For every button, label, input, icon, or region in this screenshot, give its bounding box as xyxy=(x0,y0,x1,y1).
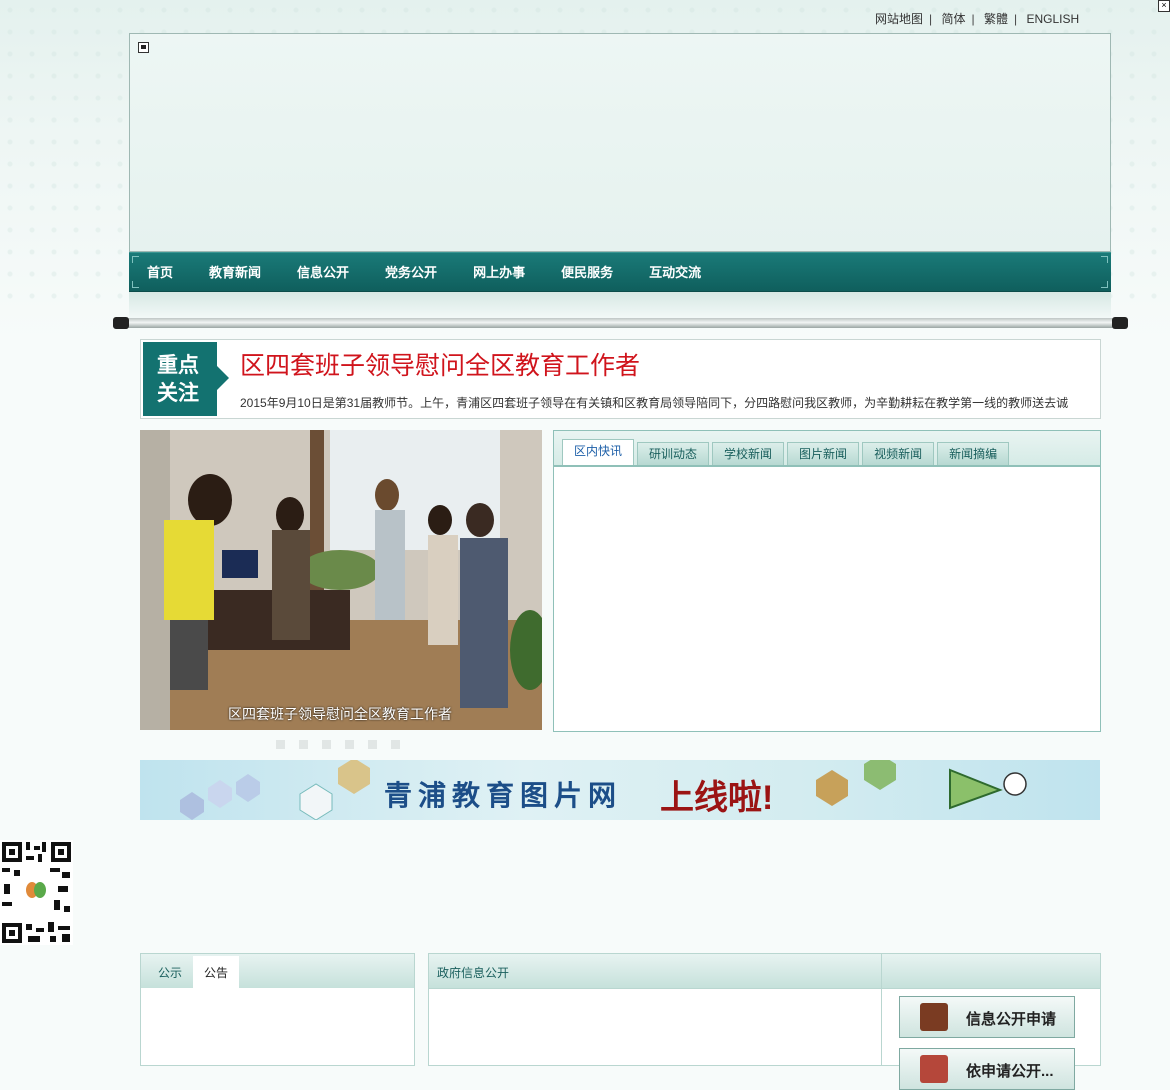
header-banner xyxy=(129,33,1111,252)
nav-info-disclosure[interactable]: 信息公开 xyxy=(297,253,349,293)
traditional-link[interactable]: 繁體 xyxy=(984,12,1008,26)
plugin-placeholder-icon xyxy=(138,42,149,53)
nav-online-services[interactable]: 网上办事 xyxy=(473,253,525,293)
tab-announcement[interactable]: 公告 xyxy=(193,956,240,988)
close-icon[interactable]: × xyxy=(1158,0,1170,12)
featured-tag-line1: 重点 xyxy=(157,354,199,377)
slider-dot[interactable] xyxy=(368,740,377,749)
info-request-button[interactable]: 信息公开申请 xyxy=(899,996,1075,1038)
nav-corner xyxy=(1101,256,1108,263)
scroll-banner-rod xyxy=(113,317,1128,329)
tab-photo-news[interactable]: 图片新闻 xyxy=(787,442,860,465)
ad-title: 青浦教育图片网 xyxy=(384,780,623,811)
apply-disclosure-label: 依申请公开... xyxy=(966,1063,1054,1080)
nav-corner xyxy=(1101,281,1108,288)
slider-dots xyxy=(276,740,414,749)
panel-divider xyxy=(881,954,882,1065)
tab-news-digest[interactable]: 新闻摘编 xyxy=(937,442,1010,465)
nav-corner xyxy=(132,281,139,288)
slider-dot[interactable] xyxy=(299,740,308,749)
site-map-link[interactable]: 网站地图 xyxy=(875,12,923,26)
gov-info-header: 政府信息公开 xyxy=(429,954,1100,989)
nav-home[interactable]: 首页 xyxy=(147,253,173,293)
slider-dot[interactable] xyxy=(391,740,400,749)
featured-news: 重点 关注 区四套班子领导慰问全区教育工作者 2015年9月10日是第31届教师… xyxy=(140,339,1101,419)
nav-party-affairs[interactable]: 党务公开 xyxy=(385,253,437,293)
slider-dot[interactable] xyxy=(345,740,354,749)
tab-research-news[interactable]: 研训动态 xyxy=(637,442,710,465)
qr-code xyxy=(0,840,73,945)
news-tabs-panel: 区内快讯 研训动态 学校新闻 图片新闻 视频新闻 新闻摘编 xyxy=(553,430,1101,732)
news-tabs-header: 区内快讯 研训动态 学校新闻 图片新闻 视频新闻 新闻摘编 xyxy=(554,431,1100,467)
nav-interaction[interactable]: 互动交流 xyxy=(649,253,701,293)
photo-slider[interactable]: 区四套班子领导慰问全区教育工作者 xyxy=(140,430,542,730)
document-icon xyxy=(920,1055,948,1083)
english-link[interactable]: ENGLISH xyxy=(1026,12,1079,26)
featured-tag: 重点 关注 xyxy=(143,342,229,416)
tab-school-news[interactable]: 学校新闻 xyxy=(712,442,785,465)
featured-headline[interactable]: 区四套班子领导慰问全区教育工作者 xyxy=(240,346,640,382)
main-nav: 首页 教育新闻 信息公开 党务公开 网上办事 便民服务 互动交流 xyxy=(129,252,1111,292)
notice-tabs-header: 公示 公告 xyxy=(141,954,414,988)
nav-corner xyxy=(132,256,139,263)
info-request-label: 信息公开申请 xyxy=(966,1011,1057,1028)
apply-disclosure-button[interactable]: 依申请公开... xyxy=(899,1048,1075,1090)
simplified-link[interactable]: 简体 xyxy=(941,12,965,26)
gov-info-panel: 政府信息公开 信息公开申请 依申请公开... xyxy=(428,953,1101,1090)
tab-district-news[interactable]: 区内快讯 xyxy=(562,439,635,465)
photo-site-ad-banner[interactable]: 青浦教育图片网 上线啦! xyxy=(140,760,1100,820)
top-links: 网站地图 | 简体 | 繁體 | ENGLISH xyxy=(875,12,1080,26)
tab-publicity[interactable]: 公示 xyxy=(147,956,193,988)
slider-dot[interactable] xyxy=(276,740,285,749)
featured-summary[interactable]: 2015年9月10日是第31届教师节。上午，青浦区四套班子领导在有关镇和区教育局… xyxy=(240,394,1068,411)
slider-photo xyxy=(140,430,542,730)
notice-panel: 公示 公告 xyxy=(140,953,415,1066)
featured-tag-line2: 关注 xyxy=(157,382,199,405)
tab-video-news[interactable]: 视频新闻 xyxy=(862,442,935,465)
ad-title-highlight: 上线啦! xyxy=(660,779,774,817)
slider-caption[interactable]: 区四套班子领导慰问全区教育工作者 xyxy=(140,704,540,724)
qr-code-icon xyxy=(0,840,73,945)
slider-dot[interactable] xyxy=(322,740,331,749)
gov-info-title[interactable]: 政府信息公开 xyxy=(437,964,509,981)
scroll-icon xyxy=(920,1003,948,1031)
nav-public-services[interactable]: 便民服务 xyxy=(561,253,613,293)
nav-education-news[interactable]: 教育新闻 xyxy=(209,253,261,293)
